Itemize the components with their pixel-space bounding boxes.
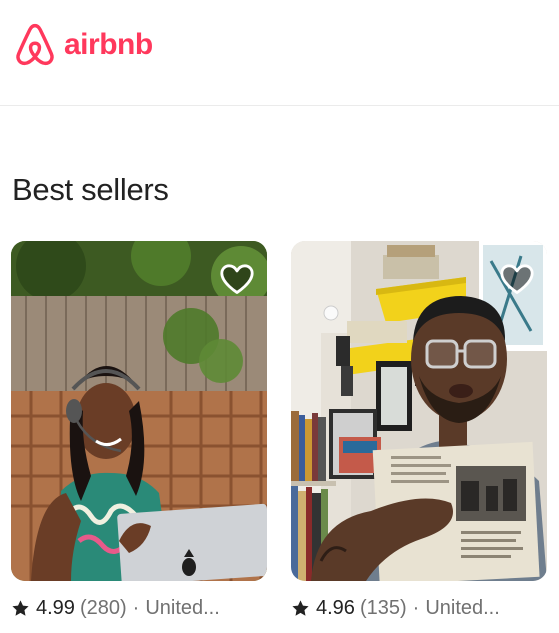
star-icon (11, 599, 30, 618)
location-text: United... (145, 597, 220, 619)
separator-dot: · (412, 597, 420, 619)
experience-card[interactable]: 4.99 (280) · United... (11, 241, 267, 620)
rating-value: 4.96 (316, 597, 355, 619)
rating-value: 4.99 (36, 597, 75, 619)
wishlist-heart-button[interactable] (499, 263, 535, 295)
logo-wordmark: airbnb (64, 28, 153, 61)
top-header: airbnb (0, 0, 559, 106)
rating-row: 4.96 (135) · United... (291, 597, 547, 620)
airbnb-logo[interactable]: airbnb (12, 20, 153, 70)
experience-photo[interactable] (291, 241, 547, 581)
experience-card[interactable]: 4.96 (135) · United... (291, 241, 547, 620)
wishlist-heart-button[interactable] (219, 263, 255, 295)
airbnb-belo-icon (16, 23, 54, 66)
heart-icon (500, 264, 534, 294)
heart-icon (220, 264, 254, 294)
section-title: Best sellers (12, 172, 169, 207)
star-icon (291, 599, 310, 618)
location-text: United... (425, 597, 500, 619)
experience-photo[interactable] (11, 241, 267, 581)
review-count: (135) (359, 597, 407, 619)
separator-dot: · (132, 597, 140, 619)
rating-row: 4.99 (280) · United... (11, 597, 267, 620)
review-count: (280) (79, 597, 127, 619)
